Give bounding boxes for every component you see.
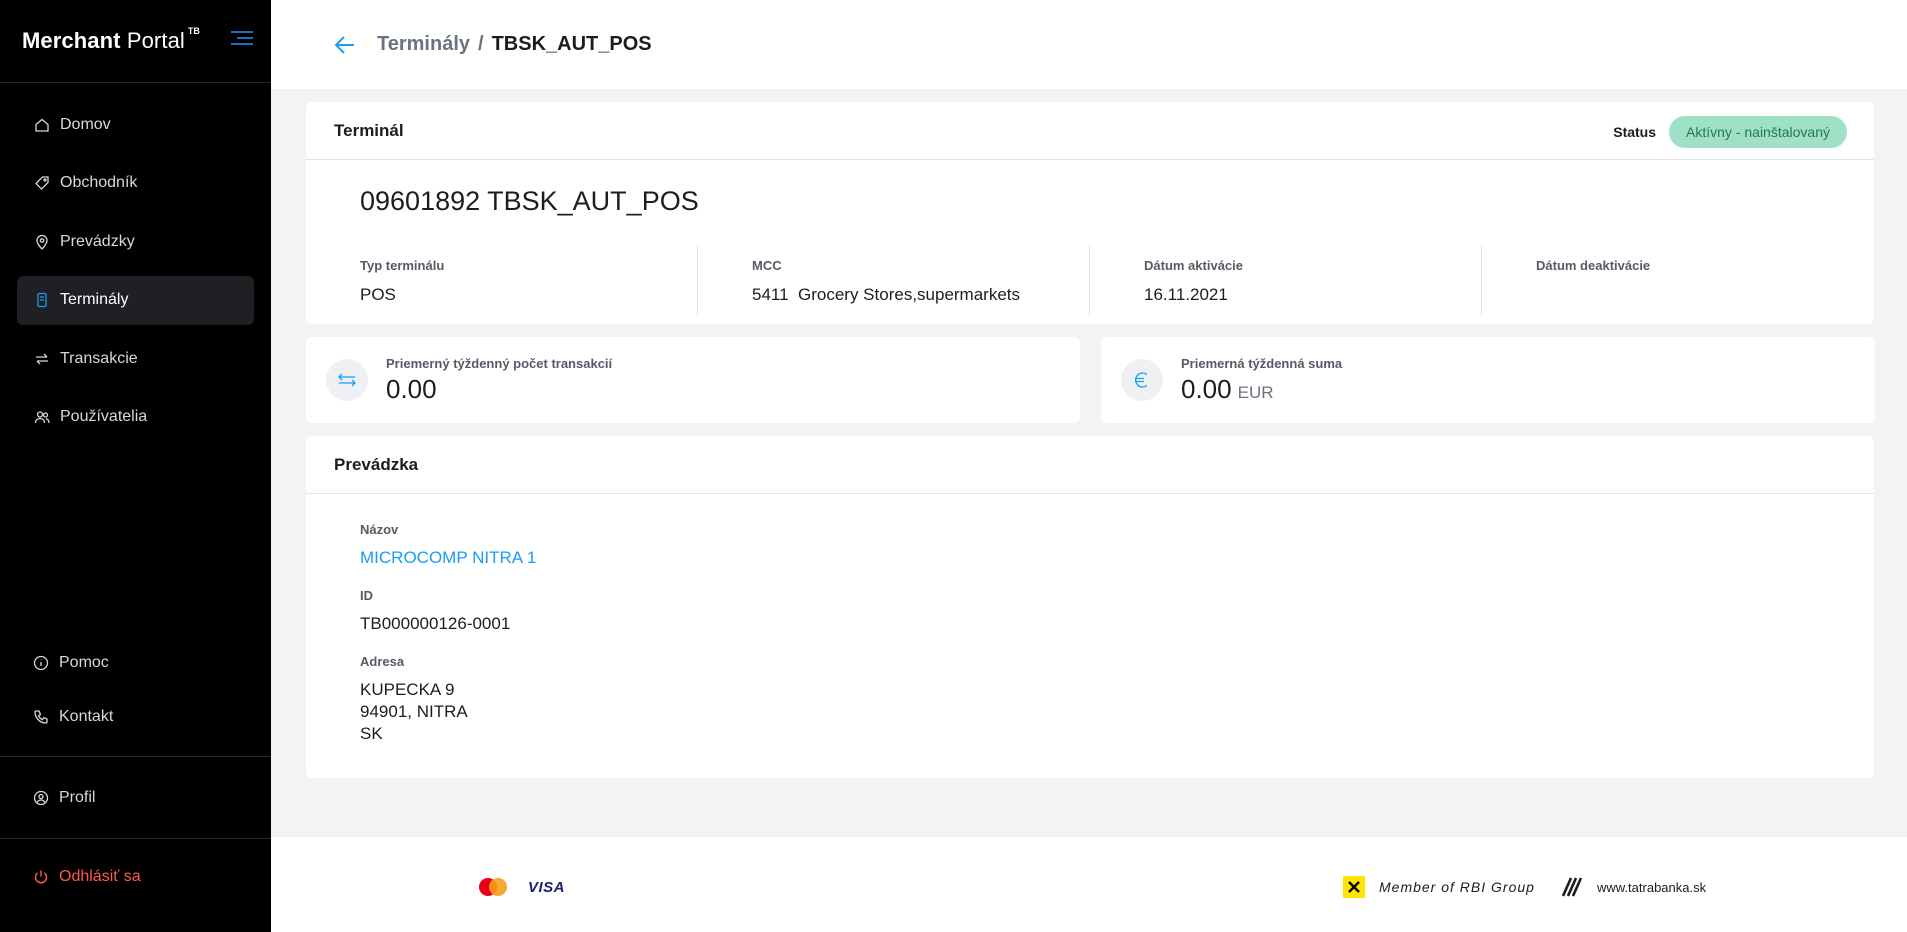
logout-label: Odhlásiť sa <box>59 867 141 885</box>
sidebar-item-home[interactable]: Domov <box>17 100 254 149</box>
sidebar-item-contact[interactable]: Kontakt <box>17 692 254 742</box>
logout-button[interactable]: Odhlásiť sa <box>17 860 254 893</box>
users-icon <box>34 409 50 425</box>
sidebar-item-merchant[interactable]: Obchodník <box>17 159 254 208</box>
field-value: 16.11.2021 <box>1144 285 1228 304</box>
field-terminal-type: Typ terminálu POS <box>306 246 698 316</box>
tag-icon <box>34 175 50 191</box>
breadcrumb-current: TBSK_AUT_POS <box>491 33 652 55</box>
profile-icon <box>33 790 49 806</box>
sidebar-item-label: Prevádzky <box>60 232 135 250</box>
field-deactivation-date: Dátum deaktivácie <box>1482 246 1874 316</box>
field-label: Dátum deaktivácie <box>1536 258 1651 273</box>
shop-card-title: Prevádzka <box>306 436 1874 494</box>
mastercard-logo-icon <box>479 878 507 896</box>
home-icon <box>34 117 50 133</box>
sidebar-item-label: Obchodník <box>60 174 138 191</box>
location-pin-icon <box>34 234 50 250</box>
raiffeisen-icon <box>1343 876 1365 898</box>
payment-logos: VISA <box>476 876 565 898</box>
tatra-url: www.tatrabanka.sk <box>1597 879 1707 895</box>
stat-content: Priemerná týždenná suma 0.00 EUR <box>1181 356 1342 405</box>
brand-sup: TB <box>187 26 200 36</box>
back-arrow-icon[interactable] <box>331 31 359 59</box>
terminal-fields: Typ terminálu POS MCC 5411 Grocery Store… <box>306 246 1874 316</box>
sidebar-item-users[interactable]: Používatelia <box>17 393 254 442</box>
shop-card: Prevádzka Názov MICROCOMP NITRA 1 ID TB0… <box>306 436 1874 778</box>
field-value: POS <box>360 285 396 304</box>
phone-icon <box>33 709 49 725</box>
sidebar-item-label: Profil <box>59 788 96 806</box>
terminal-card: Terminál Status Aktívny - nainštalovaný … <box>306 102 1874 324</box>
footer: VISA Member of RBI Group www.tatrabanka.… <box>271 837 1907 932</box>
stat-card-transactions: Priemerný týždenný počet transakcií 0.00 <box>306 337 1080 423</box>
shop-id-value: TB000000126-0001 <box>360 614 511 633</box>
tatra-logo[interactable]: www.tatrabanka.sk <box>1561 876 1706 898</box>
terminal-icon <box>34 292 50 308</box>
shop-body: Názov MICROCOMP NITRA 1 ID TB000000126-0… <box>306 494 1874 745</box>
sidebar: Merchant Portal TB Domov Obchodník Prevá… <box>0 0 271 932</box>
shop-id-label: ID <box>360 588 373 603</box>
stat-unit: EUR <box>1237 382 1274 402</box>
sidebar-bottom: Pomoc Kontakt Profil Odhlásiť sa <box>0 638 271 914</box>
address-line: 94901, NITRA <box>360 702 468 721</box>
field-label: Dátum aktivácie <box>1144 258 1243 273</box>
field-label: MCC <box>752 258 782 273</box>
stat-value: 0.00 <box>386 373 437 404</box>
sidebar-item-label: Domov <box>60 115 111 133</box>
transfer-icon <box>326 359 368 401</box>
sidebar-item-transactions[interactable]: Transakcie <box>17 334 254 383</box>
sidebar-item-terminals[interactable]: Terminály <box>17 275 254 325</box>
shop-address-label: Adresa <box>360 654 405 669</box>
field-label: Typ terminálu <box>360 258 445 273</box>
breadcrumb-separator: / <box>478 33 484 55</box>
breadcrumb-terminals-link[interactable]: Terminály <box>377 33 470 56</box>
rbi-text: Member of RBI Group <box>1379 879 1535 895</box>
profile-section: Profil <box>0 756 271 839</box>
sidebar-item-help[interactable]: Pomoc <box>17 638 254 688</box>
visa-logo: VISA <box>528 878 566 896</box>
status-section: Status Aktívny - nainštalovaný <box>1613 116 1847 148</box>
info-icon <box>33 655 49 671</box>
shop-name-label: Názov <box>360 522 399 537</box>
sidebar-item-shops[interactable]: Prevádzky <box>17 217 254 266</box>
sidebar-item-profile[interactable]: Profil <box>17 781 254 814</box>
sidebar-item-label: Pomoc <box>59 654 109 671</box>
menu-toggle-icon[interactable] <box>231 31 253 49</box>
brand: Merchant Portal TB <box>0 0 271 83</box>
status-badge: Aktívny - nainštalovaný <box>1669 116 1847 148</box>
brand-title-bold: Merchant <box>22 28 121 53</box>
address-line: KUPECKA 9 <box>360 680 455 699</box>
field-activation-date: Dátum aktivácie 16.11.2021 <box>1090 246 1482 316</box>
stat-content: Priemerný týždenný počet transakcií 0.00 <box>386 356 612 405</box>
sidebar-item-label: Kontakt <box>59 708 114 725</box>
brand-title-light: Portal <box>126 28 185 53</box>
sidebar-item-label: Používatelia <box>60 408 148 425</box>
stat-label: Priemerný týždenný počet transakcií <box>386 355 613 371</box>
stat-value: 0.00 <box>1181 373 1232 404</box>
address-line: SK <box>360 724 383 743</box>
logout-section: Odhlásiť sa <box>0 839 271 914</box>
page-header: Terminály / TBSK_AUT_POS <box>271 0 1907 89</box>
status-label: Status <box>1613 124 1657 140</box>
sidebar-item-label: Transakcie <box>60 349 138 367</box>
field-mcc: MCC 5411 Grocery Stores,supermarkets <box>698 246 1090 316</box>
shop-name-link[interactable]: MICROCOMP NITRA 1 <box>360 547 1874 569</box>
stat-label: Priemerná týždenná suma <box>1181 355 1343 371</box>
stat-card-sum: Priemerná týždenná suma 0.00 EUR <box>1101 337 1875 423</box>
shop-address-value: KUPECKA 9 94901, NITRA SK <box>360 679 1874 745</box>
sidebar-item-label: Terminály <box>60 291 129 308</box>
power-icon <box>33 869 49 885</box>
euro-icon <box>1121 359 1163 401</box>
transfer-icon <box>34 351 50 367</box>
brand-title: Merchant Portal <box>22 28 185 54</box>
tatra-stripes-icon <box>1561 877 1583 897</box>
main-nav: Domov Obchodník Prevádzky Terminály Tran… <box>0 83 271 442</box>
field-value: 5411 Grocery Stores,supermarkets <box>752 285 1021 304</box>
rbi-logo: Member of RBI Group <box>1343 876 1535 898</box>
stat-value-row: 0.00 EUR <box>1181 374 1342 405</box>
terminal-name: 09601892 TBSK_AUT_POS <box>360 186 699 216</box>
